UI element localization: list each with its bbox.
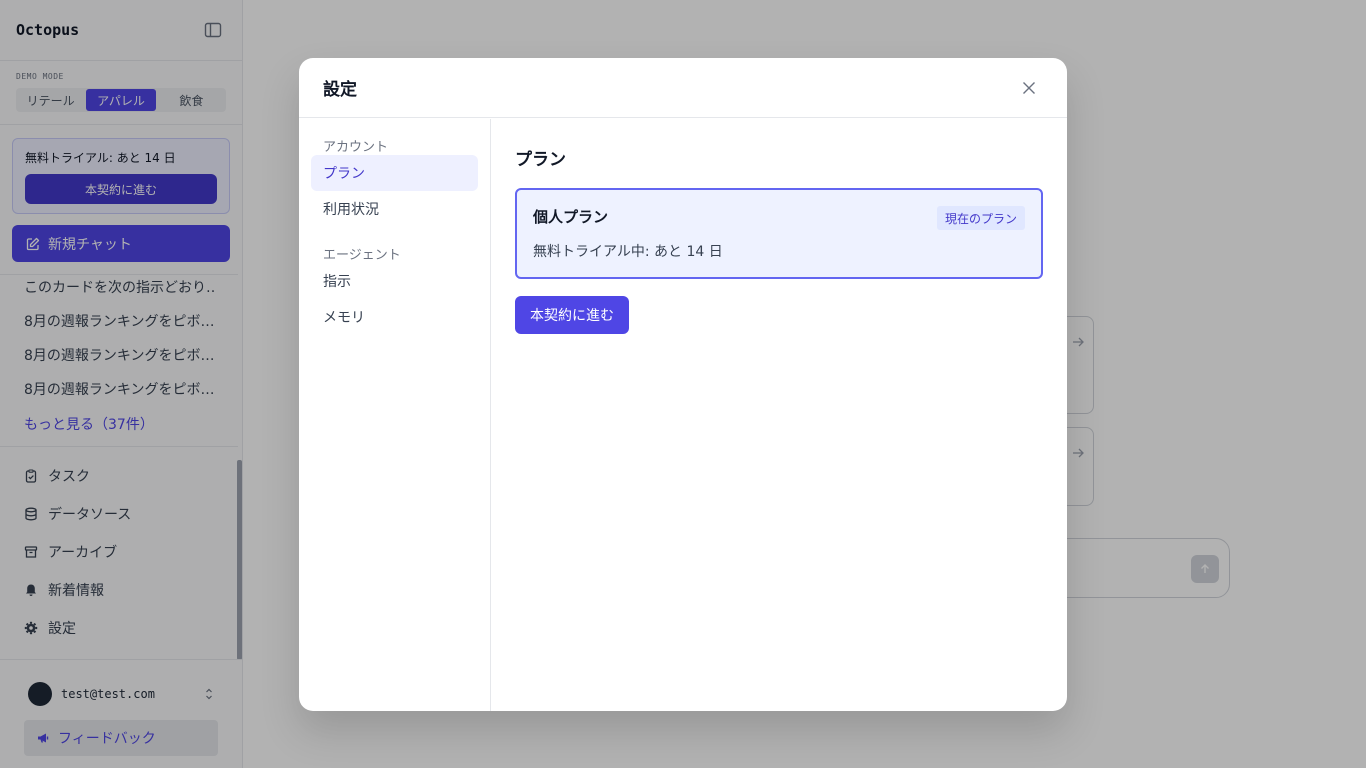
close-button[interactable]: [1019, 78, 1039, 98]
close-icon: [1023, 81, 1035, 94]
settings-nav: アカウント プラン 利用状況 エージェント 指示 メモリ: [299, 119, 491, 711]
current-plan-card: 個人プラン 無料トライアル中: あと 14 日 現在のプラン: [515, 188, 1043, 279]
upgrade-button[interactable]: 本契約に進む: [515, 296, 629, 334]
settings-nav-instructions[interactable]: 指示: [311, 263, 478, 299]
modal-title: 設定: [323, 80, 357, 100]
settings-modal: 設定 アカウント プラン 利用状況 エージェント 指示 メモリ プラン 個人プラ…: [299, 58, 1067, 711]
plan-status: 無料トライアル中: あと 14 日: [533, 244, 723, 260]
settings-nav-usage[interactable]: 利用状況: [311, 191, 478, 227]
modal-body: アカウント プラン 利用状況 エージェント 指示 メモリ プラン 個人プラン 無…: [299, 119, 1067, 711]
modal-header: 設定: [299, 58, 1067, 118]
settings-nav-plan[interactable]: プラン: [311, 155, 478, 191]
settings-content: プラン 個人プラン 無料トライアル中: あと 14 日 現在のプラン 本契約に進…: [491, 119, 1067, 711]
settings-nav-memory[interactable]: メモリ: [311, 299, 478, 335]
nav-section-heading: エージェント: [323, 248, 401, 263]
current-plan-badge: 現在のプラン: [936, 206, 1025, 230]
nav-section-heading: アカウント: [323, 140, 389, 155]
section-title: プラン: [515, 150, 566, 170]
